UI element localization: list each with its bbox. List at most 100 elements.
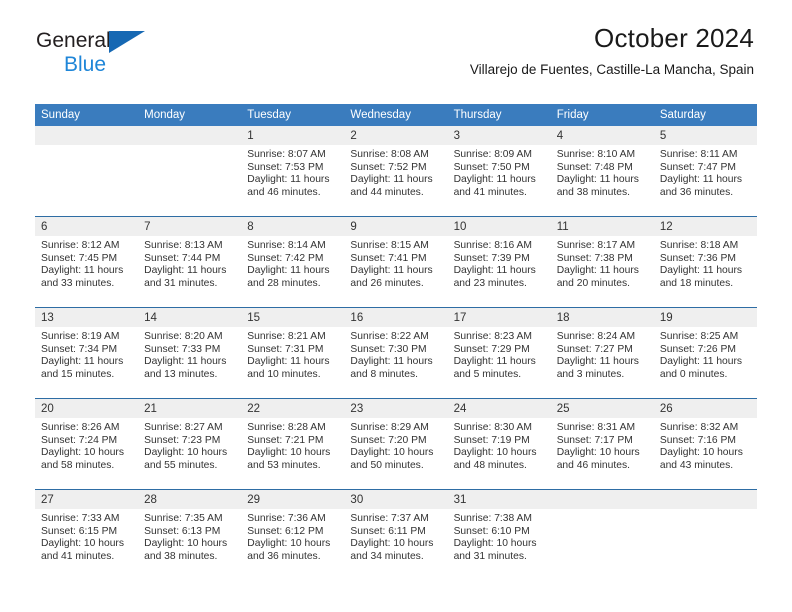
sunrise-text: Sunrise: 8:30 AM <box>453 422 532 433</box>
day-cell[interactable]: 30 Sunrise: 7:37 AM Sunset: 6:11 PM Dayligh… <box>344 489 448 580</box>
day-cell[interactable] <box>653 489 757 580</box>
page-header: General Blue October 2024 Villarejo de F… <box>0 0 792 77</box>
sunrise-text: Sunrise: 8:18 AM <box>659 240 739 251</box>
day-cell[interactable]: 5 Sunrise: 8:11 AM Sunset: 7:47 PM Daylight… <box>653 126 757 217</box>
day-cell[interactable]: 20 Sunrise: 8:26 AM Sunset: 7:24 PM Dayligh… <box>35 398 139 490</box>
day-details: Sunrise: 8:20 AM Sunset: 7:33 PM Daylight:… <box>138 327 241 381</box>
calendar-container: Sunday Monday Tuesday Wednesday Thursday… <box>35 104 757 580</box>
sunrise-text: Sunrise: 8:26 AM <box>41 422 120 433</box>
day-details: Sunrise: 8:12 AM Sunset: 7:45 PM Daylight:… <box>35 236 138 290</box>
daylight-text-line1: Daylight: 11 hours <box>659 174 743 186</box>
sunset-text: Sunset: 7:47 PM <box>659 161 736 173</box>
day-cell[interactable]: 21 Sunrise: 8:27 AM Sunset: 7:23 PM Dayligh… <box>138 398 242 490</box>
daylight-text-line1: Daylight: 11 hours <box>350 174 433 186</box>
day-cell[interactable] <box>35 126 139 217</box>
generalblue-logo[interactable]: General Blue <box>36 30 256 82</box>
daylight-text-line1: Daylight: 10 hours <box>350 447 434 459</box>
sunrise-text: Sunrise: 8:22 AM <box>350 331 429 342</box>
daylight-text-line1: Daylight: 11 hours <box>453 174 536 186</box>
daylight-text-line2: and 58 minutes. <box>41 459 115 471</box>
sunrise-text: Sunrise: 8:23 AM <box>453 331 532 342</box>
daylight-text-line1: Daylight: 11 hours <box>659 265 743 277</box>
day-number <box>138 126 242 145</box>
day-cell[interactable]: 1 Sunrise: 8:07 AM Sunset: 7:53 PM Daylight… <box>241 126 345 217</box>
day-cell[interactable]: 26 Sunrise: 8:32 AM Sunset: 7:16 PM Dayligh… <box>653 398 757 490</box>
week-row: 13 Sunrise: 8:19 AM Sunset: 7:34 PM Dayligh… <box>35 307 757 399</box>
day-cell[interactable]: 11 Sunrise: 8:17 AM Sunset: 7:38 PM Dayligh… <box>550 216 654 308</box>
day-cell[interactable]: 12 Sunrise: 8:18 AM Sunset: 7:36 PM Dayligh… <box>653 216 757 308</box>
daylight-text-line2: and 5 minutes. <box>453 368 522 380</box>
day-cell[interactable]: 24 Sunrise: 8:30 AM Sunset: 7:19 PM Dayligh… <box>447 398 551 490</box>
day-cell[interactable]: 7 Sunrise: 8:13 AM Sunset: 7:44 PM Daylight… <box>138 216 242 308</box>
weekday-header-tuesday: Tuesday <box>241 104 345 126</box>
daylight-text-line2: and 33 minutes. <box>41 277 115 289</box>
day-cell[interactable]: 23 Sunrise: 8:29 AM Sunset: 7:20 PM Dayligh… <box>344 398 448 490</box>
day-cell[interactable]: 8 Sunrise: 8:14 AM Sunset: 7:42 PM Daylight… <box>241 216 345 308</box>
day-cell[interactable]: 13 Sunrise: 8:19 AM Sunset: 7:34 PM Dayligh… <box>35 307 139 399</box>
sunset-text: Sunset: 7:39 PM <box>453 252 530 264</box>
sunrise-text: Sunrise: 8:13 AM <box>144 240 223 251</box>
day-cell[interactable]: 6 Sunrise: 8:12 AM Sunset: 7:45 PM Daylight… <box>35 216 139 308</box>
daylight-text-line1: Daylight: 11 hours <box>247 356 330 368</box>
logo-text-blue: Blue <box>64 53 107 76</box>
day-cell[interactable]: 15 Sunrise: 8:21 AM Sunset: 7:31 PM Dayligh… <box>241 307 345 399</box>
sunrise-text: Sunrise: 8:31 AM <box>556 422 636 433</box>
day-cell[interactable]: 19 Sunrise: 8:25 AM Sunset: 7:26 PM Dayligh… <box>653 307 757 399</box>
day-details: Sunrise: 8:13 AM Sunset: 7:44 PM Daylight:… <box>138 236 241 290</box>
daylight-text-line1: Daylight: 11 hours <box>556 174 639 186</box>
day-details: Sunrise: 8:19 AM Sunset: 7:34 PM Daylight:… <box>35 327 138 381</box>
daylight-text-line2: and 41 minutes. <box>41 550 115 562</box>
day-number <box>653 490 757 509</box>
day-cell[interactable]: 3 Sunrise: 8:09 AM Sunset: 7:50 PM Daylight… <box>447 126 551 217</box>
day-number: 23 <box>344 399 448 418</box>
sunset-text: Sunset: 6:10 PM <box>453 525 530 537</box>
day-cell[interactable]: 31 Sunrise: 7:38 AM Sunset: 6:10 PM Dayligh… <box>447 489 551 580</box>
day-cell[interactable]: 16 Sunrise: 8:22 AM Sunset: 7:30 PM Dayligh… <box>344 307 448 399</box>
daylight-text-line2: and 53 minutes. <box>247 459 321 471</box>
daylight-text-line2: and 38 minutes. <box>556 186 630 198</box>
day-cell[interactable]: 29 Sunrise: 7:36 AM Sunset: 6:12 PM Dayligh… <box>241 489 345 580</box>
sunrise-text: Sunrise: 8:16 AM <box>453 240 532 251</box>
day-cell[interactable]: 18 Sunrise: 8:24 AM Sunset: 7:27 PM Dayligh… <box>550 307 654 399</box>
daylight-text-line1: Daylight: 10 hours <box>144 447 228 459</box>
sunset-text: Sunset: 7:41 PM <box>350 252 427 264</box>
day-cell[interactable] <box>550 489 654 580</box>
day-cell[interactable]: 22 Sunrise: 8:28 AM Sunset: 7:21 PM Dayligh… <box>241 398 345 490</box>
day-cell[interactable]: 10 Sunrise: 8:16 AM Sunset: 7:39 PM Dayligh… <box>447 216 551 308</box>
week-row: 27 Sunrise: 7:33 AM Sunset: 6:15 PM Dayligh… <box>35 489 757 580</box>
sunset-text: Sunset: 7:36 PM <box>659 252 736 264</box>
sunset-text: Sunset: 7:44 PM <box>144 252 221 264</box>
day-details: Sunrise: 8:15 AM Sunset: 7:41 PM Daylight:… <box>344 236 447 290</box>
day-cell[interactable] <box>138 126 242 217</box>
day-cell[interactable]: 17 Sunrise: 8:23 AM Sunset: 7:29 PM Dayligh… <box>447 307 551 399</box>
day-cell[interactable]: 28 Sunrise: 7:35 AM Sunset: 6:13 PM Dayligh… <box>138 489 242 580</box>
day-cell[interactable]: 14 Sunrise: 8:20 AM Sunset: 7:33 PM Dayligh… <box>138 307 242 399</box>
sunrise-text: Sunrise: 7:36 AM <box>247 513 326 524</box>
day-cell[interactable]: 25 Sunrise: 8:31 AM Sunset: 7:17 PM Dayligh… <box>550 398 654 490</box>
daylight-text-line1: Daylight: 11 hours <box>453 356 536 368</box>
day-details: Sunrise: 8:24 AM Sunset: 7:27 PM Daylight:… <box>551 327 654 381</box>
sunrise-text: Sunrise: 8:15 AM <box>350 240 429 251</box>
day-cell[interactable]: 27 Sunrise: 7:33 AM Sunset: 6:15 PM Dayligh… <box>35 489 139 580</box>
weekday-header-thursday: Thursday <box>447 104 551 126</box>
day-number: 15 <box>241 308 345 327</box>
sunset-text: Sunset: 7:23 PM <box>144 434 221 446</box>
sunrise-text: Sunrise: 7:33 AM <box>41 513 120 524</box>
daylight-text-line1: Daylight: 11 hours <box>41 265 124 277</box>
day-details: Sunrise: 8:08 AM Sunset: 7:52 PM Daylight:… <box>344 145 447 199</box>
sunrise-text: Sunrise: 8:12 AM <box>41 240 120 251</box>
calendar-body: 1 Sunrise: 8:07 AM Sunset: 7:53 PM Daylight… <box>35 126 757 580</box>
day-details: Sunrise: 7:36 AM Sunset: 6:12 PM Daylight:… <box>241 509 344 563</box>
day-details <box>35 145 138 149</box>
day-cell[interactable]: 2 Sunrise: 8:08 AM Sunset: 7:52 PM Daylight… <box>344 126 448 217</box>
daylight-text-line2: and 28 minutes. <box>247 277 321 289</box>
weekday-header-saturday: Saturday <box>653 104 757 126</box>
daylight-text-line2: and 48 minutes. <box>453 459 527 471</box>
day-number: 4 <box>550 126 654 145</box>
day-details: Sunrise: 8:18 AM Sunset: 7:36 PM Daylight:… <box>654 236 757 290</box>
sunset-text: Sunset: 6:12 PM <box>247 525 324 537</box>
day-cell[interactable]: 9 Sunrise: 8:15 AM Sunset: 7:41 PM Daylight… <box>344 216 448 308</box>
day-details: Sunrise: 8:26 AM Sunset: 7:24 PM Daylight:… <box>35 418 138 472</box>
daylight-text-line2: and 41 minutes. <box>453 186 527 198</box>
day-cell[interactable]: 4 Sunrise: 8:10 AM Sunset: 7:48 PM Daylight… <box>550 126 654 217</box>
